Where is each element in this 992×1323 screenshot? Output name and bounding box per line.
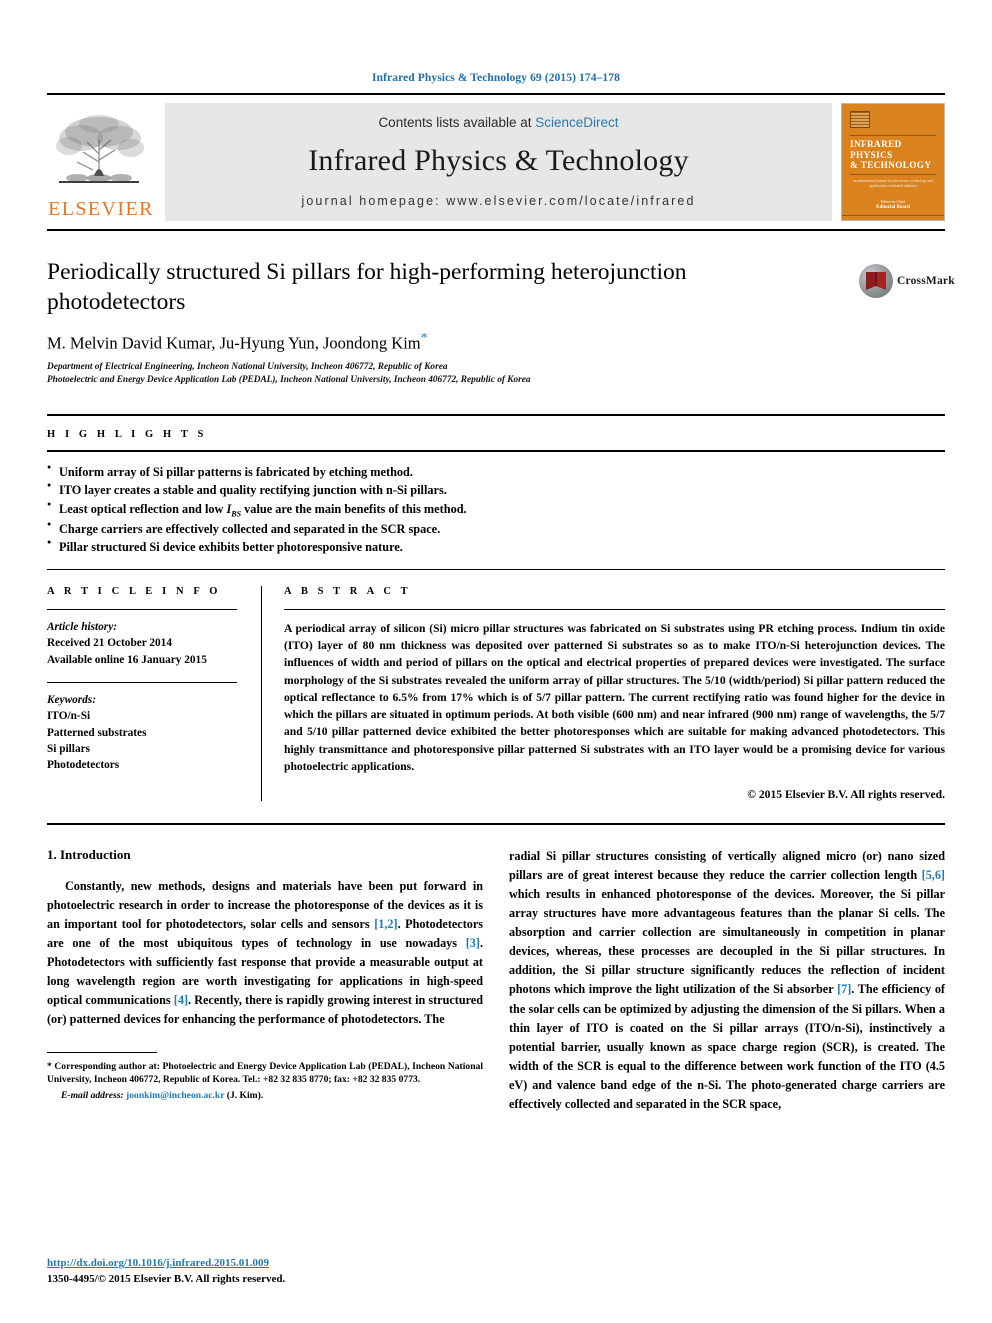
cover-title-line1: INFRARED PHYSICS xyxy=(850,139,902,160)
citation-ref[interactable]: [3] xyxy=(466,936,480,950)
email-label: E-mail address: xyxy=(61,1090,124,1102)
citation-ref[interactable]: [1,2] xyxy=(374,917,397,931)
cover-elsevier-mark-icon xyxy=(850,111,870,128)
highlight-item: Pillar structured Si device exhibits bet… xyxy=(47,537,945,556)
abstract-column: A B S T R A C T A periodical array of si… xyxy=(261,585,945,802)
page-title: Periodically structured Si pillars for h… xyxy=(47,259,687,315)
keywords-label: Keywords: xyxy=(47,693,96,706)
sciencedirect-link[interactable]: ScienceDirect xyxy=(535,115,618,130)
elsevier-logo: ELSEVIER xyxy=(47,103,155,221)
journal-band: Contents lists available at ScienceDirec… xyxy=(165,103,832,221)
keywords-group: Keywords: ITO/n-Si Patterned substrates … xyxy=(47,692,237,774)
paper-page: Infrared Physics & Technology 69 (2015) … xyxy=(0,0,992,1323)
email-suffix: (J. Kim). xyxy=(224,1090,264,1102)
highlights-divider xyxy=(47,449,945,452)
highlight-item: Charge carriers are effectively collecte… xyxy=(47,519,945,538)
footnote-text: Corresponding author at: Photoelectric a… xyxy=(47,1060,483,1086)
issn-copyright-line: 1350-4495/© 2015 Elsevier B.V. All right… xyxy=(47,1273,286,1286)
abstract-heading: A B S T R A C T xyxy=(284,585,412,597)
cover-bottom-name: Editorial Board xyxy=(876,205,910,210)
info-abstract-row: A R T I C L E I N F O Article history: R… xyxy=(47,585,945,802)
affiliation-2: Photoelectric and Energy Device Applicat… xyxy=(47,375,531,386)
cover-subtitle: an international journal for the science… xyxy=(853,178,933,189)
contents-prefix: Contents lists available at xyxy=(378,114,536,130)
paragraph-intro-right: radial Si pillar structures consisting o… xyxy=(509,847,945,1113)
author-names: M. Melvin David Kumar, Ju-Hyung Yun, Joo… xyxy=(47,333,421,353)
intro-right-b: which results in enhanced photoresponse … xyxy=(509,887,945,997)
abstract-rule xyxy=(284,608,945,610)
title-block: Periodically structured Si pillars for h… xyxy=(47,258,955,388)
article-info-rule xyxy=(47,608,237,610)
highlights-section: H I G H L I G H T S Uniform array of Si … xyxy=(47,413,945,570)
paragraph-intro-left: Constantly, new methods, designs and mat… xyxy=(47,877,483,1029)
highlight-item: Uniform array of Si pillar patterns is f… xyxy=(47,462,945,481)
article-history-online: Available online 16 January 2015 xyxy=(47,653,207,666)
running-head: Infrared Physics & Technology 69 (2015) … xyxy=(372,72,620,84)
journal-cover-thumbnail: INFRARED PHYSICS & TECHNOLOGY an interna… xyxy=(841,103,945,221)
email-link[interactable]: joonkim@incheon.ac.kr xyxy=(126,1090,224,1101)
keyword-item: Photodetectors xyxy=(47,759,120,772)
journal-title: Infrared Physics & Technology xyxy=(308,143,689,177)
highlights-heading: H I G H L I G H T S xyxy=(47,428,207,440)
corresponding-author-marker: * xyxy=(420,331,428,347)
keyword-item: Patterned substrates xyxy=(47,726,147,739)
intro-right-c: . The efficiency of the solar cells can … xyxy=(509,982,945,1111)
journal-homepage[interactable]: journal homepage: www.elsevier.com/locat… xyxy=(301,194,695,208)
cover-title-line2: & TECHNOLOGY xyxy=(850,160,932,171)
page-footer: http://dx.doi.org/10.1016/j.infrared.201… xyxy=(47,1253,285,1288)
author-list: M. Melvin David Kumar, Ju-Hyung Yun, Joo… xyxy=(47,331,945,354)
highlight-item-3-subscript: BS xyxy=(231,508,242,518)
crossmark-label: CrossMark xyxy=(897,275,955,287)
highlight-item: Least optical reflection and low IBS val… xyxy=(47,499,945,520)
abstract-copyright: © 2015 Elsevier B.V. All rights reserved… xyxy=(747,788,945,802)
contents-available-line: Contents lists available at ScienceDirec… xyxy=(378,115,618,130)
keyword-item: ITO/n-Si xyxy=(47,710,91,723)
highlights-list: Uniform array of Si pillar patterns is f… xyxy=(47,462,945,557)
article-history-label: Article history: xyxy=(47,620,117,633)
body-column-left: 1. Introduction Constantly, new methods,… xyxy=(47,847,483,1113)
affiliation-1: Department of Electrical Engineering, In… xyxy=(47,361,448,372)
section-heading-introduction: 1. Introduction xyxy=(47,847,131,863)
article-history-group: Article history: Received 21 October 201… xyxy=(47,619,237,668)
abstract-text: A periodical array of silicon (Si) micro… xyxy=(284,621,945,773)
article-info-column: A R T I C L E I N F O Article history: R… xyxy=(47,586,261,801)
keyword-item: Si pillars xyxy=(47,743,91,756)
affiliations: Department of Electrical Engineering, In… xyxy=(47,361,945,388)
elsevier-tree-icon xyxy=(53,110,149,198)
citation-ref[interactable]: [4] xyxy=(174,993,188,1007)
article-info-separator xyxy=(47,681,237,683)
footnote-rule xyxy=(47,1051,157,1053)
highlights-bottom-rule xyxy=(47,568,945,570)
body-top-rule xyxy=(47,823,945,826)
citation-ref[interactable]: [7] xyxy=(837,982,851,996)
highlight-item-3-before: Least optical reflection and low xyxy=(59,501,227,516)
article-history-received: Received 21 October 2014 xyxy=(47,637,172,650)
doi-link[interactable]: http://dx.doi.org/10.1016/j.infrared.201… xyxy=(47,1257,269,1269)
body-column-right: radial Si pillar structures consisting o… xyxy=(509,847,945,1113)
intro-right-a: radial Si pillar structures consisting o… xyxy=(509,849,945,883)
article-info-heading: A R T I C L E I N F O xyxy=(47,585,222,597)
highlights-top-rule xyxy=(47,413,945,416)
journal-masthead: ELSEVIER Contents lists available at Sci… xyxy=(47,93,945,231)
corresponding-author-footnote: * Corresponding author at: Photoelectric… xyxy=(47,1060,483,1103)
elsevier-wordmark: ELSEVIER xyxy=(48,198,154,220)
crossmark-badge[interactable]: CrossMark xyxy=(859,260,955,302)
crossmark-icon xyxy=(859,264,893,298)
citation-ref[interactable]: [5,6] xyxy=(922,868,945,882)
body-columns: 1. Introduction Constantly, new methods,… xyxy=(47,847,945,1113)
cover-bottom-label: Editor-in-Chief xyxy=(880,199,906,204)
highlight-item: ITO layer creates a stable and quality r… xyxy=(47,480,945,499)
highlight-item-3-after: value are the main benefits of this meth… xyxy=(241,501,467,516)
